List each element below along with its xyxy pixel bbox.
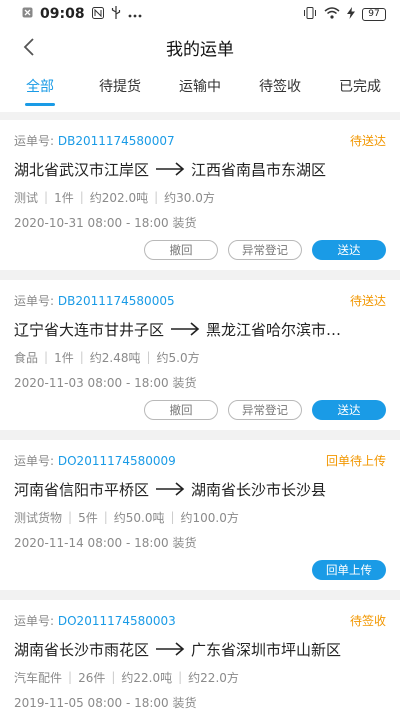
waybill-label: 运单号:	[14, 453, 55, 468]
weight: 约2.48吨	[89, 350, 141, 365]
weight: 约50.0吨	[113, 510, 165, 525]
waybill-label: 运单号:	[14, 613, 55, 628]
waybill-number: DB2011174580005	[57, 293, 175, 308]
piece-count: 1件	[54, 190, 74, 205]
tab-all[interactable]: 全部	[0, 66, 80, 112]
origin: 辽宁省大连市甘井子区	[14, 320, 165, 339]
arrow-right-icon	[155, 642, 185, 656]
cargo-info: 食品 | 1件 | 约2.48吨 | 约5.0方	[14, 350, 200, 365]
weight: 约202.0吨	[89, 190, 149, 205]
goods-name: 汽车配件	[14, 670, 63, 685]
destination: 湖南省长沙市长沙县	[191, 480, 327, 499]
usb-icon	[111, 6, 121, 22]
piece-count: 1件	[54, 350, 74, 365]
charging-icon	[347, 6, 355, 22]
goods-name: 测试货物	[14, 510, 63, 525]
loading-time: 2020-11-14 08:00 - 18:00 装货	[14, 536, 197, 550]
volume: 约30.0方	[164, 190, 215, 205]
waybill-card[interactable]: 运单号: DB2011174580005 待送达 辽宁省大连市甘井子区 黑龙江省…	[0, 280, 400, 430]
notification-icon	[22, 7, 33, 21]
weight: 约22.0吨	[121, 670, 173, 685]
origin: 湖北省武汉市江岸区	[14, 160, 150, 179]
origin: 湖南省长沙市雨花区	[14, 640, 150, 659]
chevron-left-icon	[23, 38, 34, 56]
waybill-card[interactable]: 运单号: DB2011174580007 待送达 湖北省武汉市江岸区 江西省南昌…	[0, 120, 400, 270]
cargo-info: 汽车配件 | 26件 | 约22.0吨 | 约22.0方	[14, 670, 239, 685]
status-bar: 09:08 97	[0, 0, 400, 28]
app-header: 我的运单	[0, 28, 400, 66]
report-exception-button[interactable]: 异常登记	[228, 400, 302, 420]
waybill-list: 运单号: DB2011174580007 待送达 湖北省武汉市江岸区 江西省南昌…	[0, 112, 400, 711]
arrow-right-icon	[155, 162, 185, 176]
tab-completed[interactable]: 已完成	[320, 66, 400, 112]
more-notifications-icon	[128, 7, 142, 21]
loading-time: 2019-11-05 08:00 - 18:00 装货	[14, 696, 197, 710]
tab-pending-signature[interactable]: 待签收	[240, 66, 320, 112]
withdraw-button[interactable]: 撤回	[144, 400, 218, 420]
status-badge: 待送达	[349, 133, 386, 148]
page-title: 我的运单	[166, 39, 234, 60]
goods-name: 测试	[14, 190, 39, 205]
volume: 约100.0方	[180, 510, 239, 525]
waybill-label: 运单号:	[14, 133, 55, 148]
destination: 江西省南昌市东湖区	[191, 160, 327, 179]
volume: 约22.0方	[188, 670, 239, 685]
status-badge: 待签收	[349, 613, 386, 628]
nfc-icon	[91, 6, 104, 22]
withdraw-button[interactable]: 撤回	[144, 240, 218, 260]
waybill-card[interactable]: 运单号: DO2011174580003 待签收 湖南省长沙市雨花区 广东省深圳…	[0, 600, 400, 711]
piece-count: 5件	[78, 510, 98, 525]
arrow-right-icon	[155, 482, 185, 496]
tab-in-transit[interactable]: 运输中	[160, 66, 240, 112]
waybill-number: DO2011174580009	[57, 453, 176, 468]
deliver-button[interactable]: 送达	[312, 400, 386, 420]
loading-time: 2020-11-03 08:00 - 18:00 装货	[14, 376, 197, 390]
back-button[interactable]	[14, 32, 44, 62]
loading-time: 2020-10-31 08:00 - 18:00 装货	[14, 216, 197, 230]
arrow-right-icon	[170, 322, 200, 336]
upload-receipt-button[interactable]: 回单上传	[312, 560, 386, 580]
waybill-number: DO2011174580003	[57, 613, 176, 628]
waybill-number: DB2011174580007	[57, 133, 175, 148]
report-exception-button[interactable]: 异常登记	[228, 240, 302, 260]
destination: 黑龙江省哈尔滨市…	[206, 320, 342, 339]
volume: 约5.0方	[156, 350, 200, 365]
cargo-info: 测试货物 | 5件 | 约50.0吨 | 约100.0方	[14, 510, 239, 525]
deliver-button[interactable]: 送达	[312, 240, 386, 260]
wifi-icon	[324, 6, 340, 22]
goods-name: 食品	[14, 350, 39, 365]
status-badge: 回单待上传	[325, 453, 386, 468]
waybill-label: 运单号:	[14, 293, 55, 308]
origin: 河南省信阳市平桥区	[14, 480, 150, 499]
piece-count: 26件	[78, 670, 106, 685]
cargo-info: 测试 | 1件 | 约202.0吨 | 约30.0方	[14, 190, 215, 205]
battery-indicator: 97	[362, 7, 386, 21]
tab-bar: 全部 待提货 运输中 待签收 已完成	[0, 66, 400, 112]
status-time: 09:08	[40, 6, 85, 22]
waybill-card[interactable]: 运单号: DO2011174580009 回单待上传 河南省信阳市平桥区 湖南省…	[0, 440, 400, 590]
destination: 广东省深圳市坪山新区	[191, 640, 342, 659]
status-badge: 待送达	[349, 293, 386, 308]
vibrate-icon	[303, 6, 317, 22]
tab-pending-pickup[interactable]: 待提货	[80, 66, 160, 112]
